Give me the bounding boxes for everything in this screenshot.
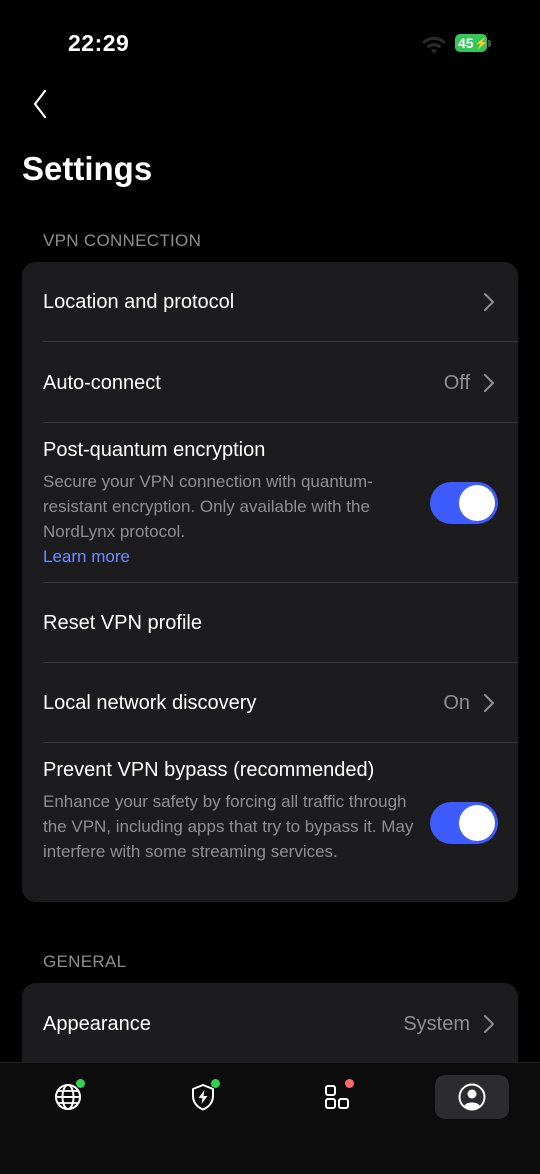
row-description: Enhance your safety by forcing all traff… [43,792,414,861]
vpn-connection-card: Location and protocol Auto-connect Off P… [22,262,518,902]
appearance-row[interactable]: Appearance System [22,983,518,1063]
tab-products[interactable] [300,1075,374,1119]
status-time: 22:29 [68,30,130,56]
learn-more-link[interactable]: Learn more [43,547,130,567]
tab-profile[interactable] [435,1075,509,1119]
local-network-value: On [443,692,470,714]
battery-tip [488,40,491,47]
chevron-left-icon [33,89,47,119]
prevent-vpn-bypass-toggle[interactable] [430,802,498,844]
tab-map[interactable] [31,1075,105,1119]
battery-level: 45 [458,35,474,51]
auto-connect-row[interactable]: Auto-connect Off [22,342,518,423]
row-title: Reset VPN profile [43,612,202,634]
row-title: Appearance [43,1013,151,1035]
toggle-knob [459,485,495,521]
page-title: Settings [22,150,153,187]
tab-bar [0,1062,540,1174]
section-header-vpn-connection: VPN CONNECTION [43,231,202,250]
chevron-right-icon [484,694,494,712]
post-quantum-toggle[interactable] [430,482,498,524]
status-dot [211,1079,220,1088]
row-description: Secure your VPN connection with quantum-… [43,472,373,541]
prevent-vpn-bypass-row: Prevent VPN bypass (recommended) Enhance… [22,743,518,902]
status-bar: 22:29 45 ⚡ [0,0,540,90]
toggle-knob [459,805,495,841]
tab-protection[interactable] [166,1075,240,1119]
chevron-right-icon [484,293,494,311]
location-and-protocol-row[interactable]: Location and protocol [22,262,518,342]
local-network-discovery-row[interactable]: Local network discovery On [22,663,518,743]
post-quantum-encryption-row: Post-quantum encryption Secure your VPN … [22,423,518,583]
notification-dot [345,1079,354,1088]
row-title: Prevent VPN bypass (recommended) [43,759,375,781]
back-button[interactable] [22,84,58,124]
status-dot [76,1079,85,1088]
chevron-right-icon [484,374,494,392]
battery-indicator: 45 ⚡ [455,34,489,52]
reset-vpn-profile-row[interactable]: Reset VPN profile [22,583,518,663]
charging-bolt-icon: ⚡ [474,37,489,50]
auto-connect-value: Off [443,372,470,394]
row-title: Auto-connect [43,372,161,394]
wifi-icon [422,36,446,54]
settings-screen: 22:29 45 ⚡ Settings VPN CONNECTION Locati… [0,0,540,1174]
chevron-right-icon [484,1015,494,1033]
section-header-general: GENERAL [43,952,127,971]
row-title: Location and protocol [43,291,235,313]
profile-icon [458,1083,486,1111]
appearance-value: System [403,1013,470,1035]
row-title: Post-quantum encryption [43,439,266,461]
row-title: Local network discovery [43,692,257,714]
